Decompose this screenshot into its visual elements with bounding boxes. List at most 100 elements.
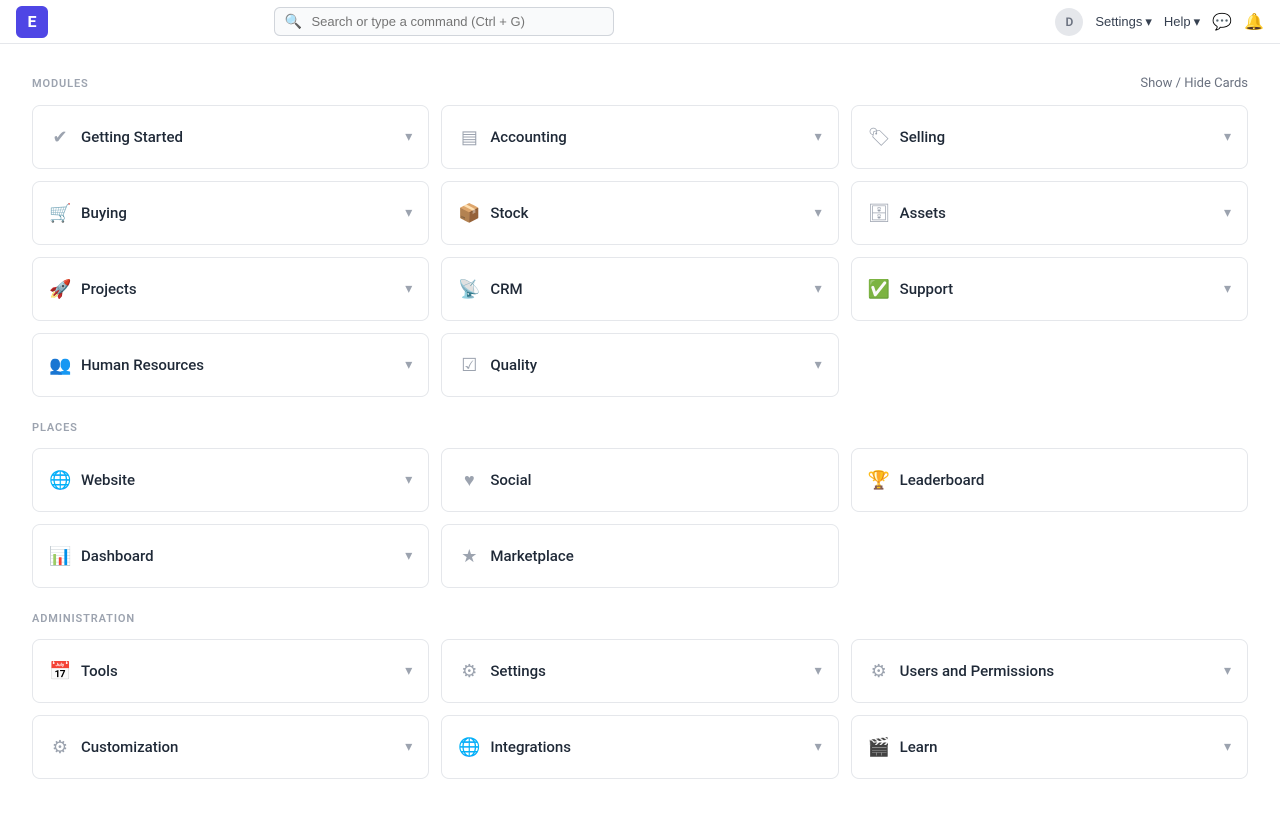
chevron-down-icon: ▾: [405, 281, 412, 297]
buying-icon: 🛒: [49, 203, 71, 224]
card-selling[interactable]: 🏷 Selling ▾: [851, 105, 1248, 169]
getting-started-icon: ✔: [49, 127, 71, 148]
customization-icon: ⚙: [49, 737, 71, 758]
learn-label: Learn: [900, 738, 938, 756]
chevron-down-icon: ▾: [815, 281, 822, 297]
card-customization[interactable]: ⚙ Customization ▾: [32, 715, 429, 779]
leaderboard-label: Leaderboard: [900, 471, 985, 489]
settings-button[interactable]: Settings ▾: [1095, 14, 1152, 30]
assets-label: Assets: [900, 204, 946, 222]
projects-icon: 🚀: [49, 279, 71, 300]
marketplace-label: Marketplace: [490, 547, 573, 565]
card-getting-started[interactable]: ✔ Getting Started ▾: [32, 105, 429, 169]
card-human-resources[interactable]: 👥 Human Resources ▾: [32, 333, 429, 397]
card-support[interactable]: ✅ Support ▾: [851, 257, 1248, 321]
chevron-down-icon: ▾: [405, 663, 412, 679]
accounting-icon: ▤: [458, 127, 480, 148]
help-button[interactable]: Help ▾: [1164, 14, 1200, 30]
social-icon: ♥: [458, 470, 480, 491]
projects-label: Projects: [81, 280, 137, 298]
main-content: MODULES Show / Hide Cards ✔ Getting Star…: [0, 44, 1280, 823]
card-quality[interactable]: ☑ Quality ▾: [441, 333, 838, 397]
topnav: E 🔍 D Settings ▾ Help ▾ 💬 🔔: [0, 0, 1280, 44]
getting-started-label: Getting Started: [81, 128, 183, 146]
website-label: Website: [81, 471, 135, 489]
integrations-label: Integrations: [490, 738, 571, 756]
leaderboard-icon: 🏆: [868, 470, 890, 491]
chevron-down-icon: ▾: [815, 357, 822, 373]
card-settings[interactable]: ⚙ Settings ▾: [441, 639, 838, 703]
chevron-down-icon: ▾: [405, 205, 412, 221]
human-resources-icon: 👥: [49, 355, 71, 376]
users-permissions-icon: ⚙: [868, 661, 890, 682]
settings-label: Settings: [490, 662, 546, 680]
card-social[interactable]: ♥ Social: [441, 448, 838, 512]
administration-label: ADMINISTRATION: [32, 612, 135, 625]
card-tools[interactable]: 📅 Tools ▾: [32, 639, 429, 703]
learn-icon: 🎬: [868, 737, 890, 758]
selling-label: Selling: [900, 128, 945, 146]
chevron-down-icon: ▾: [405, 357, 412, 373]
tools-label: Tools: [81, 662, 118, 680]
buying-label: Buying: [81, 204, 127, 222]
dashboard-icon: 📊: [49, 546, 71, 567]
chevron-down-icon: ▾: [1224, 739, 1231, 755]
selling-icon: 🏷: [868, 127, 890, 148]
chevron-down-icon: ▾: [815, 205, 822, 221]
modules-grid: ✔ Getting Started ▾ ▤ Accounting ▾ 🏷 Sel…: [32, 105, 1248, 397]
places-grid: 🌐 Website ▾ ♥ Social 🏆 Leaderboard: [32, 448, 1248, 588]
chevron-down-icon: ▾: [405, 472, 412, 488]
chevron-down-icon: ▾: [815, 129, 822, 145]
accounting-label: Accounting: [490, 128, 566, 146]
chevron-down-icon: ▾: [1224, 129, 1231, 145]
card-website[interactable]: 🌐 Website ▾: [32, 448, 429, 512]
card-learn[interactable]: 🎬 Learn ▾: [851, 715, 1248, 779]
places-section: PLACES 🌐 Website ▾ ♥ Social 🏆 Leaderb: [32, 421, 1248, 588]
administration-section: ADMINISTRATION 📅 Tools ▾ ⚙ Settings ▾ ⚙: [32, 612, 1248, 779]
chevron-down-icon: ▾: [1224, 281, 1231, 297]
card-projects[interactable]: 🚀 Projects ▾: [32, 257, 429, 321]
card-marketplace[interactable]: ★ Marketplace: [441, 524, 838, 588]
card-assets[interactable]: 🗄 Assets ▾: [851, 181, 1248, 245]
chevron-down-icon: ▾: [405, 129, 412, 145]
support-label: Support: [900, 280, 953, 298]
nav-right: D Settings ▾ Help ▾ 💬 🔔: [1055, 8, 1264, 36]
dashboard-label: Dashboard: [81, 547, 154, 565]
card-accounting[interactable]: ▤ Accounting ▾: [441, 105, 838, 169]
assets-icon: 🗄: [868, 203, 890, 224]
places-section-header: PLACES: [32, 421, 1248, 434]
chevron-down-icon: ▾: [405, 548, 412, 564]
search-input[interactable]: [274, 7, 614, 36]
modules-section: MODULES Show / Hide Cards ✔ Getting Star…: [32, 76, 1248, 397]
card-dashboard[interactable]: 📊 Dashboard ▾: [32, 524, 429, 588]
chat-icon[interactable]: 💬: [1212, 12, 1232, 31]
chevron-down-icon: ▾: [815, 663, 822, 679]
chevron-down-icon: ▾: [405, 739, 412, 755]
card-leaderboard[interactable]: 🏆 Leaderboard: [851, 448, 1248, 512]
search-icon: 🔍: [284, 14, 301, 30]
search-bar: 🔍: [274, 7, 614, 36]
integrations-icon: 🌐: [458, 737, 480, 758]
show-hide-link[interactable]: Show / Hide Cards: [1140, 76, 1248, 91]
modules-label: MODULES: [32, 77, 89, 90]
card-stock[interactable]: 📦 Stock ▾: [441, 181, 838, 245]
card-integrations[interactable]: 🌐 Integrations ▾: [441, 715, 838, 779]
app-logo[interactable]: E: [16, 6, 48, 38]
avatar: D: [1055, 8, 1083, 36]
users-permissions-label: Users and Permissions: [900, 662, 1054, 680]
website-icon: 🌐: [49, 470, 71, 491]
chevron-down-icon: ▾: [1224, 205, 1231, 221]
bell-icon[interactable]: 🔔: [1244, 12, 1264, 31]
support-icon: ✅: [868, 279, 890, 300]
card-users-permissions[interactable]: ⚙ Users and Permissions ▾: [851, 639, 1248, 703]
card-crm[interactable]: 📡 CRM ▾: [441, 257, 838, 321]
stock-label: Stock: [490, 204, 528, 222]
customization-label: Customization: [81, 738, 178, 756]
social-label: Social: [490, 471, 531, 489]
card-buying[interactable]: 🛒 Buying ▾: [32, 181, 429, 245]
crm-icon: 📡: [458, 279, 480, 300]
settings-icon: ⚙: [458, 661, 480, 682]
quality-icon: ☑: [458, 355, 480, 376]
chevron-down-icon: ▾: [815, 739, 822, 755]
tools-icon: 📅: [49, 661, 71, 682]
